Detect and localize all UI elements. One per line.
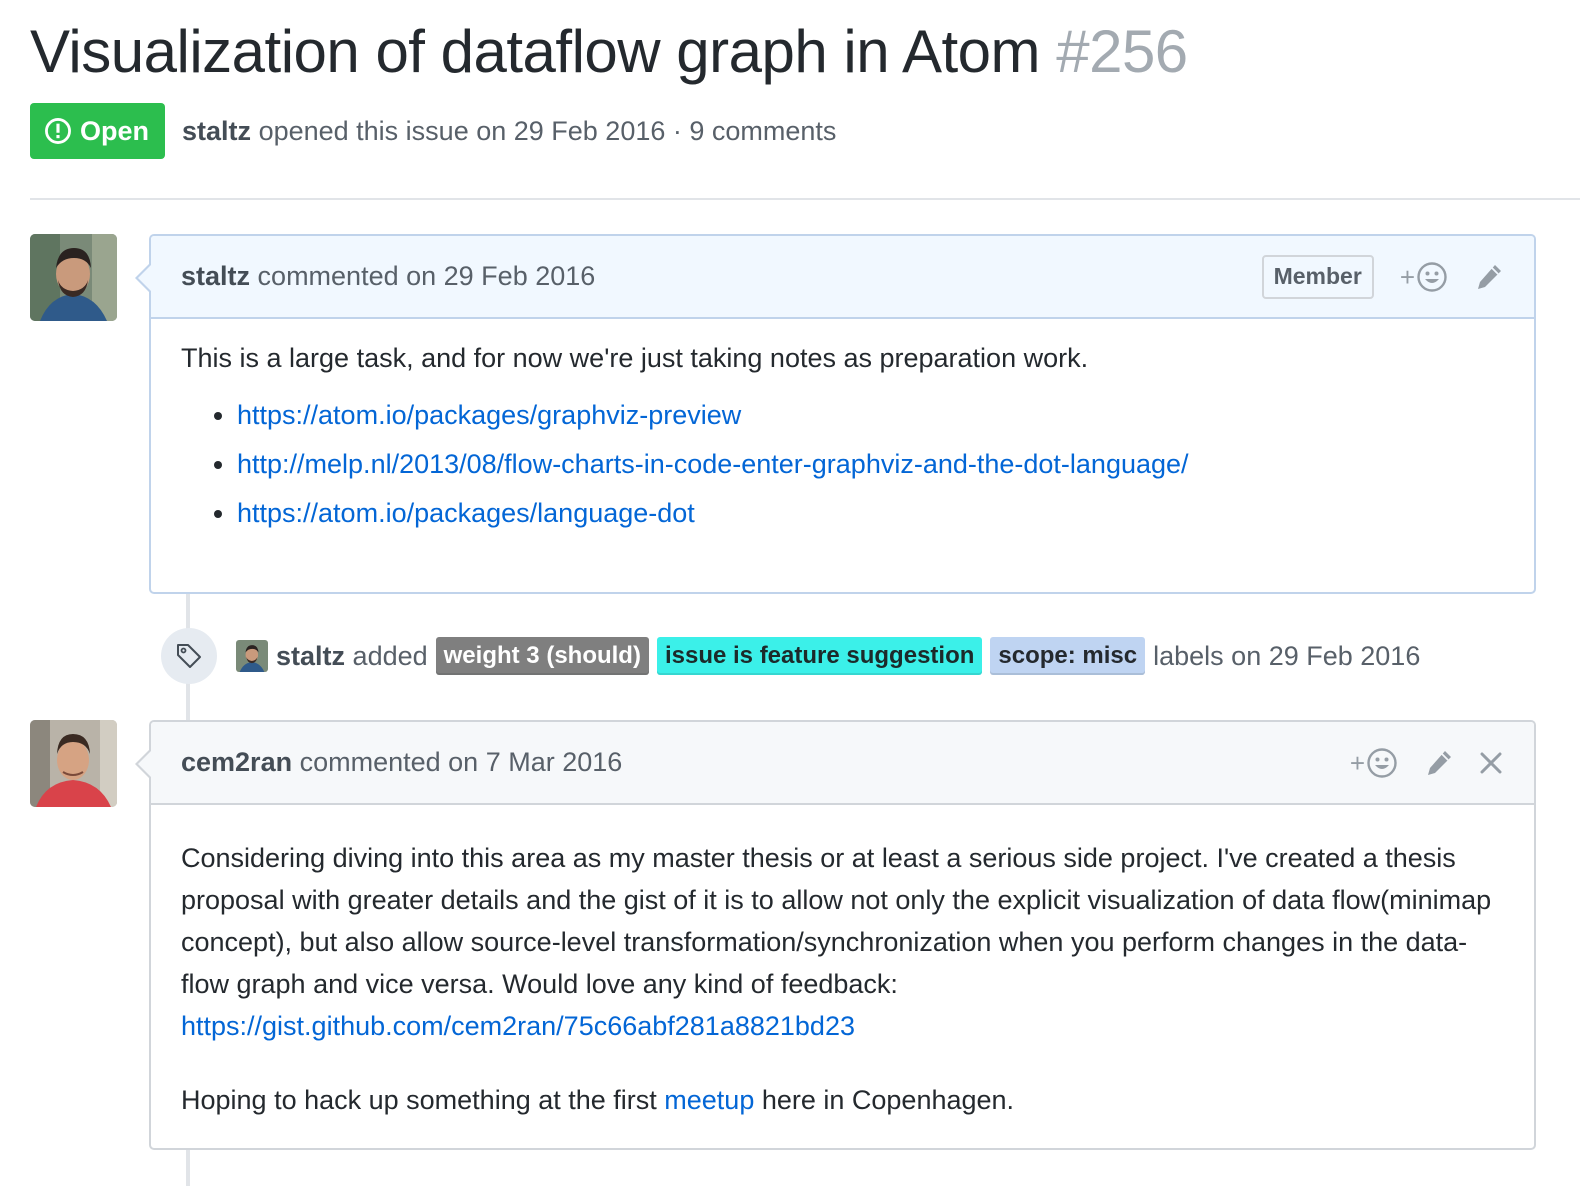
link-graphviz-preview[interactable]: https://atom.io/packages/graphviz-previe… (237, 400, 741, 430)
label-scope-misc[interactable]: scope: misc (990, 637, 1146, 675)
close-icon (1480, 752, 1502, 773)
event-actor-link[interactable]: staltz (276, 641, 345, 671)
list-item: https://atom.io/packages/language-dot (237, 489, 1504, 538)
label-group: weight 3 (should) issue is feature sugges… (428, 637, 1146, 675)
comment-header-text: cem2ran commented on 7 Mar 2016 (181, 747, 622, 778)
comment-paragraph: Considering diving into this area as my … (181, 837, 1504, 1047)
link-list: https://atom.io/packages/graphviz-previe… (181, 391, 1504, 538)
event-verb: added (352, 640, 428, 671)
comment-paragraph: Hoping to hack up something at the first… (181, 1079, 1504, 1121)
edit-comment-button[interactable] (1424, 748, 1454, 778)
issue-state-label: Open (80, 115, 150, 146)
comment-timestamp[interactable]: commented on 7 Mar 2016 (300, 747, 623, 777)
issue-opened-icon (45, 118, 71, 144)
comment-paragraph: This is a large task, and for now we're … (181, 343, 1089, 373)
issue-title: Visualization of dataflow graph in Atom … (30, 14, 1188, 90)
comment-author-link[interactable]: cem2ran (181, 747, 292, 777)
comment-arrow-inner (138, 264, 152, 292)
comment-paragraph-text: Hoping to hack up something at the first (181, 1085, 665, 1115)
avatar-cem2ran[interactable] (30, 720, 117, 807)
member-badge: Member (1261, 254, 1374, 299)
event-icon-badge (161, 628, 217, 684)
label-weight-3-should[interactable]: weight 3 (should) (435, 637, 649, 675)
reaction-plus-sign: + (1399, 261, 1415, 292)
comment-header: cem2ran commented on 7 Mar 2016 + (135, 722, 1534, 805)
issue-author-link[interactable]: staltz (182, 116, 251, 146)
issue-number: #256 (1056, 18, 1188, 85)
issue-meta-text: staltz opened this issue on 29 Feb 2016 … (182, 116, 836, 147)
comment-body: This is a large task, and for now we're … (151, 337, 1534, 538)
issue-meta: Open staltz opened this issue on 29 Feb … (30, 103, 836, 159)
comment-actions: + (1350, 747, 1504, 779)
link-gist[interactable]: https://gist.github.com/cem2ran/75c66abf… (181, 1011, 855, 1041)
link-melp-flow-charts[interactable]: http://melp.nl/2013/08/flow-charts-in-co… (237, 449, 1189, 479)
event-actor-avatar[interactable] (236, 640, 268, 672)
avatar-staltz[interactable] (30, 234, 117, 321)
comment-paragraph-text: Considering diving into this area as my … (181, 843, 1492, 999)
header-divider (30, 198, 1580, 200)
add-reaction-button[interactable]: + (1350, 747, 1398, 779)
label-issue-is-feature-suggestion[interactable]: issue is feature suggestion (656, 637, 983, 675)
comment-header: staltz commented on 29 Feb 2016 Member + (135, 236, 1534, 319)
delete-comment-button[interactable] (1478, 750, 1504, 776)
add-reaction-button[interactable]: + (1400, 261, 1448, 293)
labels-added-event: staltz added weight 3 (should) issue is f… (161, 628, 1420, 684)
avatar-image (30, 720, 117, 807)
comment-timestamp[interactable]: commented on 29 Feb 2016 (258, 261, 596, 291)
smiley-icon (1417, 261, 1447, 292)
edit-comment-button[interactable] (1474, 262, 1504, 292)
link-meetup[interactable]: meetup (664, 1085, 754, 1115)
reaction-plus-sign: + (1349, 747, 1365, 778)
issue-opened-text: opened this issue on 29 Feb 2016 · 9 com… (258, 115, 837, 146)
pencil-icon (1478, 264, 1501, 289)
comment-author-link[interactable]: staltz (181, 261, 250, 291)
comment-staltz: staltz commented on 29 Feb 2016 Member + (135, 234, 1536, 594)
issue-state-badge[interactable]: Open (30, 103, 166, 159)
comment-actions: Member + (1261, 254, 1504, 299)
comment-header-text: staltz commented on 29 Feb 2016 (181, 261, 595, 292)
list-item: https://atom.io/packages/graphviz-previe… (237, 391, 1504, 440)
tag-icon (177, 644, 201, 668)
link-language-dot[interactable]: https://atom.io/packages/language-dot (237, 498, 695, 528)
comment-cem2ran: cem2ran commented on 7 Mar 2016 + Consid… (135, 720, 1536, 1150)
event-suffix[interactable]: labels on 29 Feb 2016 (1153, 641, 1420, 672)
issue-title-text: Visualization of dataflow graph in Atom (30, 18, 1041, 85)
smiley-icon (1367, 747, 1397, 778)
event-text: staltz added (276, 641, 428, 672)
timeline-line (186, 1150, 190, 1186)
comment-body: Considering diving into this area as my … (151, 837, 1534, 1121)
pencil-icon (1428, 750, 1451, 775)
avatar-image (236, 640, 268, 672)
comment-arrow-inner (138, 750, 152, 778)
comment-paragraph-text: here in Copenhagen. (754, 1085, 1015, 1115)
list-item: http://melp.nl/2013/08/flow-charts-in-co… (237, 440, 1504, 489)
avatar-image (30, 234, 117, 321)
